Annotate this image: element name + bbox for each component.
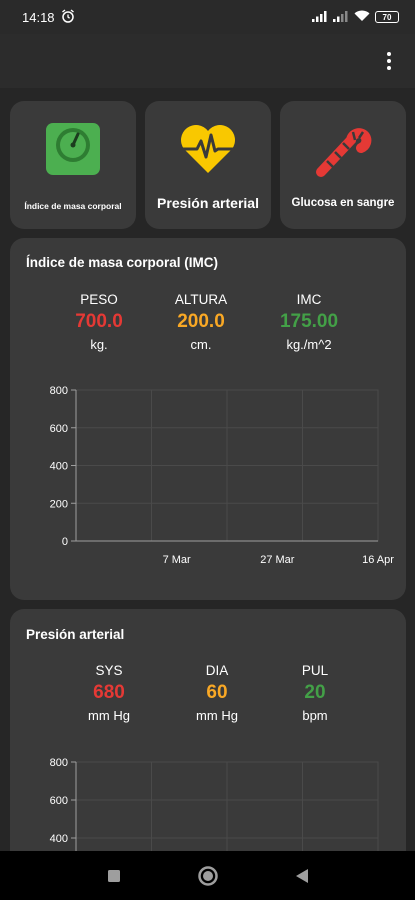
tile-glucose[interactable]: Glucosa en sangre xyxy=(280,101,406,229)
imc-chart-x-tick-label: 7 Mar xyxy=(163,554,191,566)
imc-chart-y-tick-label: 0 xyxy=(62,536,68,548)
home-button[interactable] xyxy=(196,864,220,888)
category-tiles: Índice de masa corporal Presión arterial… xyxy=(10,101,406,229)
signal-icon-secondary xyxy=(333,10,349,25)
signal-icon xyxy=(312,10,328,25)
status-right: 70 xyxy=(312,10,399,25)
tile-imc[interactable]: Índice de masa corporal xyxy=(10,101,136,229)
imc-chart: 0 200 400 600 800 7 Mar 27 Mar 16 Apr xyxy=(50,385,395,566)
status-time: 14:18 xyxy=(22,9,55,25)
bp-chart-y-tick-label: 800 xyxy=(50,757,68,769)
imc-chart-y-tick-label: 200 xyxy=(50,498,68,510)
tile-blood-pressure-label: Presión arterial xyxy=(157,195,259,211)
app-bar xyxy=(0,34,415,88)
square-icon xyxy=(107,869,120,882)
imc-card: Índice de masa corporal (IMC) PESO 700.0… xyxy=(10,238,406,600)
status-bar: 14:18 70 xyxy=(0,0,415,34)
imc-chart-x-tick-label: 27 Mar xyxy=(260,554,295,566)
status-left: 14:18 xyxy=(22,8,75,26)
imc-chart-x-tick-label: 16 Apr xyxy=(362,554,394,566)
menu-dot xyxy=(387,66,391,70)
circle-icon xyxy=(197,865,218,886)
scale-icon xyxy=(41,119,105,179)
battery-icon: 70 xyxy=(375,11,399,23)
menu-dot xyxy=(387,59,391,63)
overflow-menu-button[interactable] xyxy=(377,48,401,74)
tile-imc-label: Índice de masa corporal xyxy=(24,201,122,211)
tile-glucose-label: Glucosa en sangre xyxy=(291,197,395,209)
imc-chart-y-tick-label: 600 xyxy=(50,423,68,435)
alarm-icon xyxy=(61,8,75,26)
wifi-icon xyxy=(354,10,370,25)
bp-chart-y-tick-label: 400 xyxy=(50,833,68,845)
recents-button[interactable] xyxy=(102,864,126,888)
bp-chart-y-tick-label: 600 xyxy=(50,795,68,807)
imc-chart-y-tick-label: 400 xyxy=(50,461,68,473)
tile-blood-pressure[interactable]: Presión arterial xyxy=(145,101,271,229)
app-root: 14:18 70 Índice de masa corporal Presión… xyxy=(0,0,415,900)
triangle-back-icon xyxy=(295,868,308,883)
heart-pulse-icon xyxy=(176,119,240,179)
candy-cane-icon xyxy=(311,119,375,179)
menu-dot xyxy=(387,52,391,56)
imc-chart-y-tick-label: 800 xyxy=(50,385,68,397)
back-button[interactable] xyxy=(290,864,314,888)
system-nav-bar xyxy=(0,851,415,900)
